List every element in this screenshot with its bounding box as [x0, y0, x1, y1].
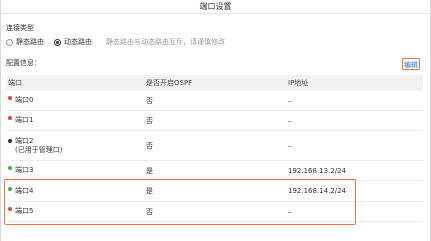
- ip-cell: –: [288, 96, 292, 105]
- column-header-ip: IP地址: [288, 79, 309, 87]
- table-row: 端口5 否 –: [6, 202, 423, 222]
- port-cell: 端口4: [6, 186, 146, 196]
- ip-cell: –: [288, 116, 292, 125]
- port-name: 端口2: [15, 136, 34, 145]
- connection-type-label: 连接类型: [6, 24, 34, 32]
- dynamic-route-label: 动态路由: [64, 38, 92, 46]
- port-settings-panel: 端口设置 连接类型 静态路由 动态路由 静态路由与动态路由互斥，请谨慎修改 配置…: [0, 0, 431, 241]
- port-cell: 端口5: [6, 207, 146, 216]
- port-name: 端口1: [15, 116, 34, 124]
- table-row: 端口1 否 –: [6, 111, 423, 131]
- table-row: 端口4 是 192.168.14.2/24: [6, 181, 423, 202]
- port-name: 端口4: [15, 186, 34, 195]
- port-cell: 端口3: [6, 166, 146, 175]
- ospf-cell: 否: [146, 96, 153, 105]
- connection-type-options: 静态路由 动态路由 静态路由与动态路由互斥，请谨慎修改: [6, 36, 225, 48]
- dynamic-route-option[interactable]: 动态路由: [54, 37, 92, 47]
- table-row: 端口3 是 192.168.13.2/24: [6, 161, 423, 181]
- ip-cell: –: [288, 207, 292, 216]
- status-dot-icon: [8, 116, 12, 120]
- status-dot-icon: [8, 166, 12, 170]
- port-cell: 端口2 (已用于管理口): [6, 137, 146, 155]
- ospf-cell: 否: [146, 141, 153, 150]
- port-name: 端口3: [15, 166, 34, 174]
- config-info-label: 配置信息：: [6, 59, 41, 67]
- port-name: 端口5: [15, 207, 34, 215]
- table-header: 端口 是否开启OSPF IP地址: [6, 75, 423, 91]
- port-note: (已用于管理口): [15, 145, 63, 154]
- ospf-cell: 否: [146, 207, 153, 216]
- ip-cell: 192.168.13.2/24: [288, 166, 347, 175]
- table-row: 端口0 否 –: [6, 91, 423, 111]
- port-cell: 端口1: [6, 116, 146, 125]
- column-header-ospf: 是否开启OSPF: [146, 79, 193, 87]
- port-cell: 端口0: [6, 96, 146, 105]
- static-route-label: 静态路由: [16, 38, 44, 46]
- status-dot-icon: [8, 186, 12, 191]
- static-route-radio[interactable]: [6, 38, 13, 46]
- connection-hint: 静态路由与动态路由互斥，请谨慎修改: [106, 38, 225, 46]
- table-row: 端口2 (已用于管理口) 否 –: [6, 131, 423, 161]
- status-dot-icon: [8, 207, 12, 211]
- edit-button[interactable]: 编辑: [402, 58, 420, 70]
- status-dot-icon: [8, 96, 12, 100]
- column-header-port: 端口: [8, 79, 22, 87]
- ospf-cell: 否: [146, 116, 153, 125]
- static-route-option[interactable]: 静态路由: [6, 37, 44, 47]
- port-table: 端口 是否开启OSPF IP地址 端口0 否 – 端口1 否 – 端口2 (已用于管理口) 否 –…: [6, 75, 423, 222]
- status-dot-icon: [8, 138, 12, 143]
- dynamic-route-radio[interactable]: [54, 38, 61, 46]
- ip-cell: –: [288, 141, 292, 150]
- ospf-cell: 是: [146, 166, 153, 175]
- ospf-cell: 是: [146, 187, 153, 195]
- ip-cell: 192.168.14.2/24: [288, 187, 347, 195]
- table-body: 端口0 否 – 端口1 否 – 端口2 (已用于管理口) 否 – 端口3 是 192.168.13.2/…: [6, 91, 423, 222]
- port-name: 端口0: [15, 96, 34, 104]
- panel-title: 端口设置: [1, 0, 430, 14]
